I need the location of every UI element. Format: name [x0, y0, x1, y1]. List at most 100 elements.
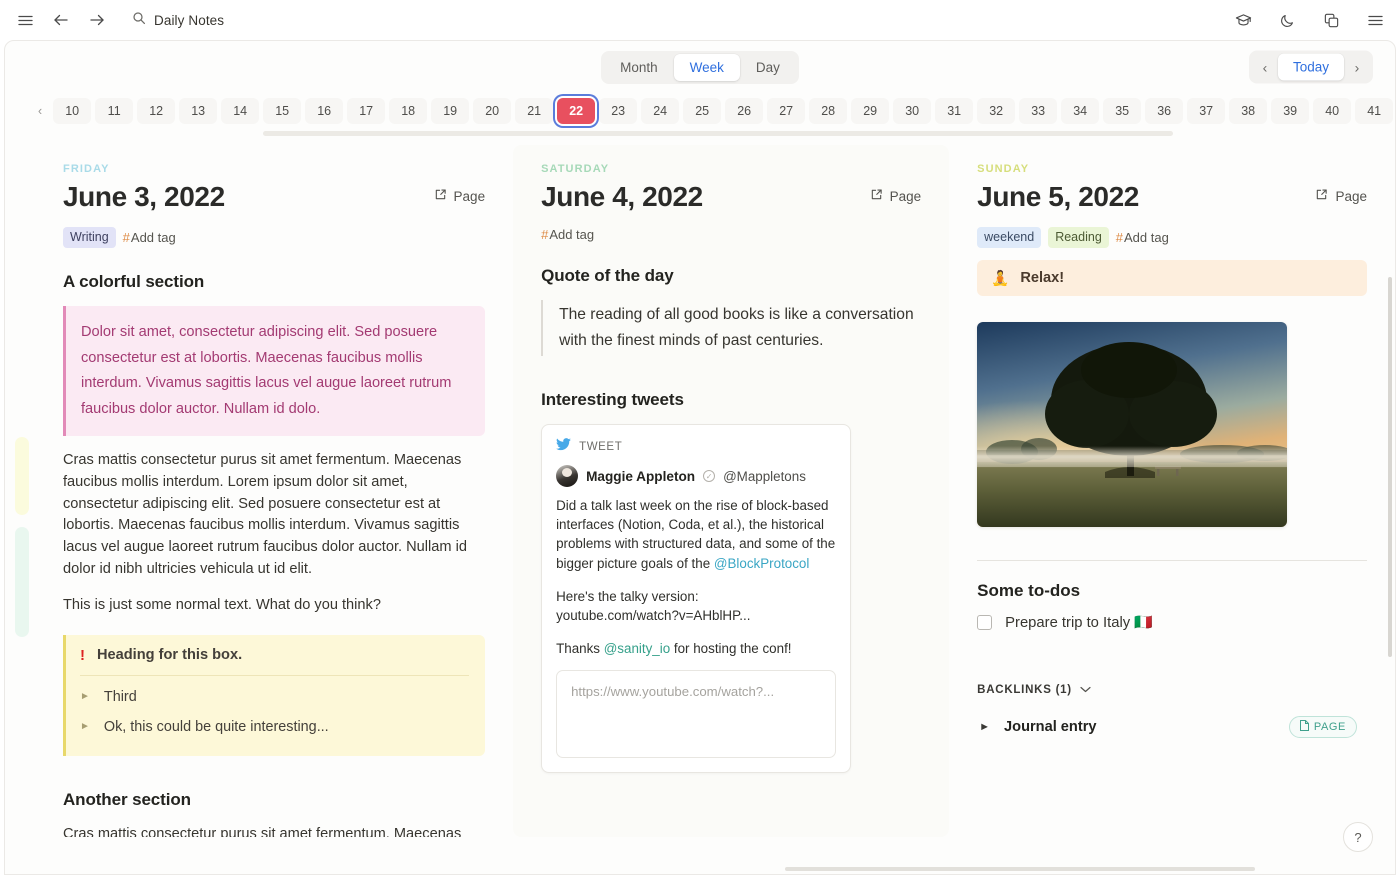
- callout-yellow-divider: [80, 674, 470, 676]
- nav-forward-icon[interactable]: [86, 9, 108, 31]
- moon-icon[interactable]: [1276, 9, 1298, 31]
- date-navigation: ‹ Today ›: [1248, 50, 1373, 84]
- week-chip-11[interactable]: 11: [95, 98, 134, 124]
- view-week-tab[interactable]: Week: [673, 53, 740, 81]
- prev-week-button[interactable]: ‹: [1252, 54, 1278, 80]
- tag-row-saturday: #Add tag: [541, 227, 921, 242]
- week-chip-15[interactable]: 15: [263, 98, 302, 124]
- week-chip-30[interactable]: 30: [893, 98, 932, 124]
- next-week-button[interactable]: ›: [1344, 54, 1370, 80]
- tweet-embed-card[interactable]: TWEET Maggie Appleton ✓ @Mappletons Did …: [541, 424, 852, 774]
- peek-card-yellow[interactable]: [15, 437, 29, 515]
- week-chip-26[interactable]: 26: [725, 98, 764, 124]
- add-tag-button-friday[interactable]: #Add tag: [123, 230, 176, 245]
- week-number-strip[interactable]: ‹ 10 11 12 13 14 15 16 17 18 19 20 21 22 23 24 25 26 27 28…: [5, 93, 1395, 129]
- week-chip-32[interactable]: 32: [977, 98, 1016, 124]
- week-chip-22[interactable]: 22: [557, 98, 596, 124]
- quote-text: The reading of all good books is like a …: [559, 306, 914, 349]
- section-heading-tweets: Interesting tweets: [541, 390, 684, 409]
- week-chip-33[interactable]: 33: [1019, 98, 1058, 124]
- week-chip-35[interactable]: 35: [1103, 98, 1142, 124]
- more-menu-icon[interactable]: [1364, 9, 1386, 31]
- peek-card-green[interactable]: [15, 527, 29, 637]
- week-chip-28[interactable]: 28: [809, 98, 848, 124]
- callout-pink[interactable]: Dolor sit amet, consectetur adipiscing e…: [63, 306, 486, 436]
- week-chip-19[interactable]: 19: [431, 98, 470, 124]
- open-page-button-sunday[interactable]: Page: [1315, 188, 1367, 204]
- page-badge[interactable]: PAGE: [1288, 716, 1357, 738]
- tweet-mention-sanity[interactable]: @sanity_io: [604, 641, 670, 656]
- weekstrip-scroll-thumb[interactable]: [263, 131, 1173, 136]
- tag-writing[interactable]: Writing: [63, 227, 116, 248]
- triangle-right-icon[interactable]: ►: [80, 691, 90, 702]
- open-page-button-friday[interactable]: Page: [434, 188, 485, 204]
- tweet-text-part2: Here's the talky version:: [556, 588, 699, 604]
- week-chip-34[interactable]: 34: [1061, 98, 1100, 124]
- horizontal-scrollbar[interactable]: [785, 867, 1255, 871]
- tag-reading[interactable]: Reading: [1048, 227, 1109, 248]
- graduation-cap-icon[interactable]: [1232, 9, 1254, 31]
- copy-windows-icon[interactable]: [1320, 9, 1342, 31]
- week-chip-21[interactable]: 21: [515, 98, 554, 124]
- week-chip-41[interactable]: 41: [1355, 98, 1394, 124]
- week-chip-12[interactable]: 12: [137, 98, 176, 124]
- day-date-sunday: June 5, 2022: [977, 181, 1139, 212]
- week-chip-27[interactable]: 27: [767, 98, 806, 124]
- view-switcher: Month Week Day: [601, 50, 799, 84]
- triangle-right-icon[interactable]: ►: [979, 721, 990, 733]
- week-chip-16[interactable]: 16: [305, 98, 344, 124]
- nav-back-icon[interactable]: [50, 9, 72, 31]
- tag-weekend[interactable]: weekend: [977, 227, 1042, 248]
- week-chip-29[interactable]: 29: [851, 98, 890, 124]
- backlinks-header[interactable]: BACKLINKS (1): [977, 684, 1367, 696]
- week-chip-40[interactable]: 40: [1313, 98, 1352, 124]
- tweet-author-handle: @Mappletons: [723, 468, 806, 484]
- week-chip-31[interactable]: 31: [935, 98, 974, 124]
- callout-orange-relax[interactable]: 🧘 Relax!: [977, 260, 1367, 296]
- view-month-tab[interactable]: Month: [604, 54, 674, 81]
- toggle-item-interesting[interactable]: ► Ok, this could be quite interesting...: [80, 712, 469, 742]
- week-chip-24[interactable]: 24: [641, 98, 680, 124]
- tree-at-sunrise-photo[interactable]: [977, 322, 1288, 527]
- hash-icon: #: [1115, 230, 1124, 245]
- callout-yellow[interactable]: ! Heading for this box. ► Third ► Ok, th…: [63, 634, 486, 756]
- search-label: Daily Notes: [154, 12, 225, 28]
- open-page-button-saturday[interactable]: Page: [870, 188, 922, 204]
- week-chip-25[interactable]: 25: [683, 98, 722, 124]
- tag-row-friday: Writing #Add tag: [63, 227, 485, 248]
- add-tag-button-saturday[interactable]: #Add tag: [541, 227, 594, 242]
- week-chip-10[interactable]: 10: [53, 98, 92, 124]
- view-day-tab[interactable]: Day: [740, 54, 796, 81]
- tweet-link-preview[interactable]: https://www.youtube.com/watch?...: [556, 670, 837, 759]
- week-chip-17[interactable]: 17: [347, 98, 386, 124]
- week-chip-partial-leading[interactable]: ‹: [31, 98, 49, 124]
- external-link-icon: [434, 188, 447, 204]
- toggle-item-third[interactable]: ► Third: [80, 682, 469, 712]
- tweet-mention-blockprotocol[interactable]: @BlockProtocol: [714, 556, 809, 571]
- todo-item[interactable]: Prepare trip to Italy 🇮🇹: [977, 613, 1367, 631]
- day-column-friday: FRIDAY June 3, 2022 Page Writing #Add ta…: [35, 145, 514, 837]
- week-chip-38[interactable]: 38: [1229, 98, 1268, 124]
- help-button[interactable]: ?: [1343, 822, 1373, 852]
- week-chip-23[interactable]: 23: [599, 98, 638, 124]
- todo-checkbox[interactable]: [977, 614, 993, 630]
- today-button[interactable]: Today: [1277, 53, 1344, 81]
- hamburger-menu-icon[interactable]: [14, 9, 36, 31]
- add-tag-button-sunday[interactable]: #Add tag: [1116, 230, 1169, 245]
- week-chip-18[interactable]: 18: [389, 98, 428, 124]
- open-page-label-saturday: Page: [889, 188, 922, 204]
- tweet-youtube-link[interactable]: youtube.com/watch?v=AHblHP...: [556, 608, 750, 623]
- search-bar[interactable]: Daily Notes: [132, 11, 224, 30]
- backlink-row[interactable]: ► Journal entry PAGE: [977, 710, 1367, 744]
- vertical-scrollbar[interactable]: [1388, 277, 1392, 657]
- triangle-right-icon[interactable]: ►: [80, 721, 90, 732]
- paragraph-friday-3: Cras mattis consectetur purus sit amet f…: [63, 825, 462, 837]
- twitter-bird-icon: [556, 438, 572, 456]
- chevron-down-icon[interactable]: [1080, 684, 1091, 696]
- week-chip-13[interactable]: 13: [179, 98, 218, 124]
- week-chip-36[interactable]: 36: [1145, 98, 1184, 124]
- week-chip-14[interactable]: 14: [221, 98, 260, 124]
- week-chip-20[interactable]: 20: [473, 98, 512, 124]
- week-chip-37[interactable]: 37: [1187, 98, 1226, 124]
- week-chip-39[interactable]: 39: [1271, 98, 1310, 124]
